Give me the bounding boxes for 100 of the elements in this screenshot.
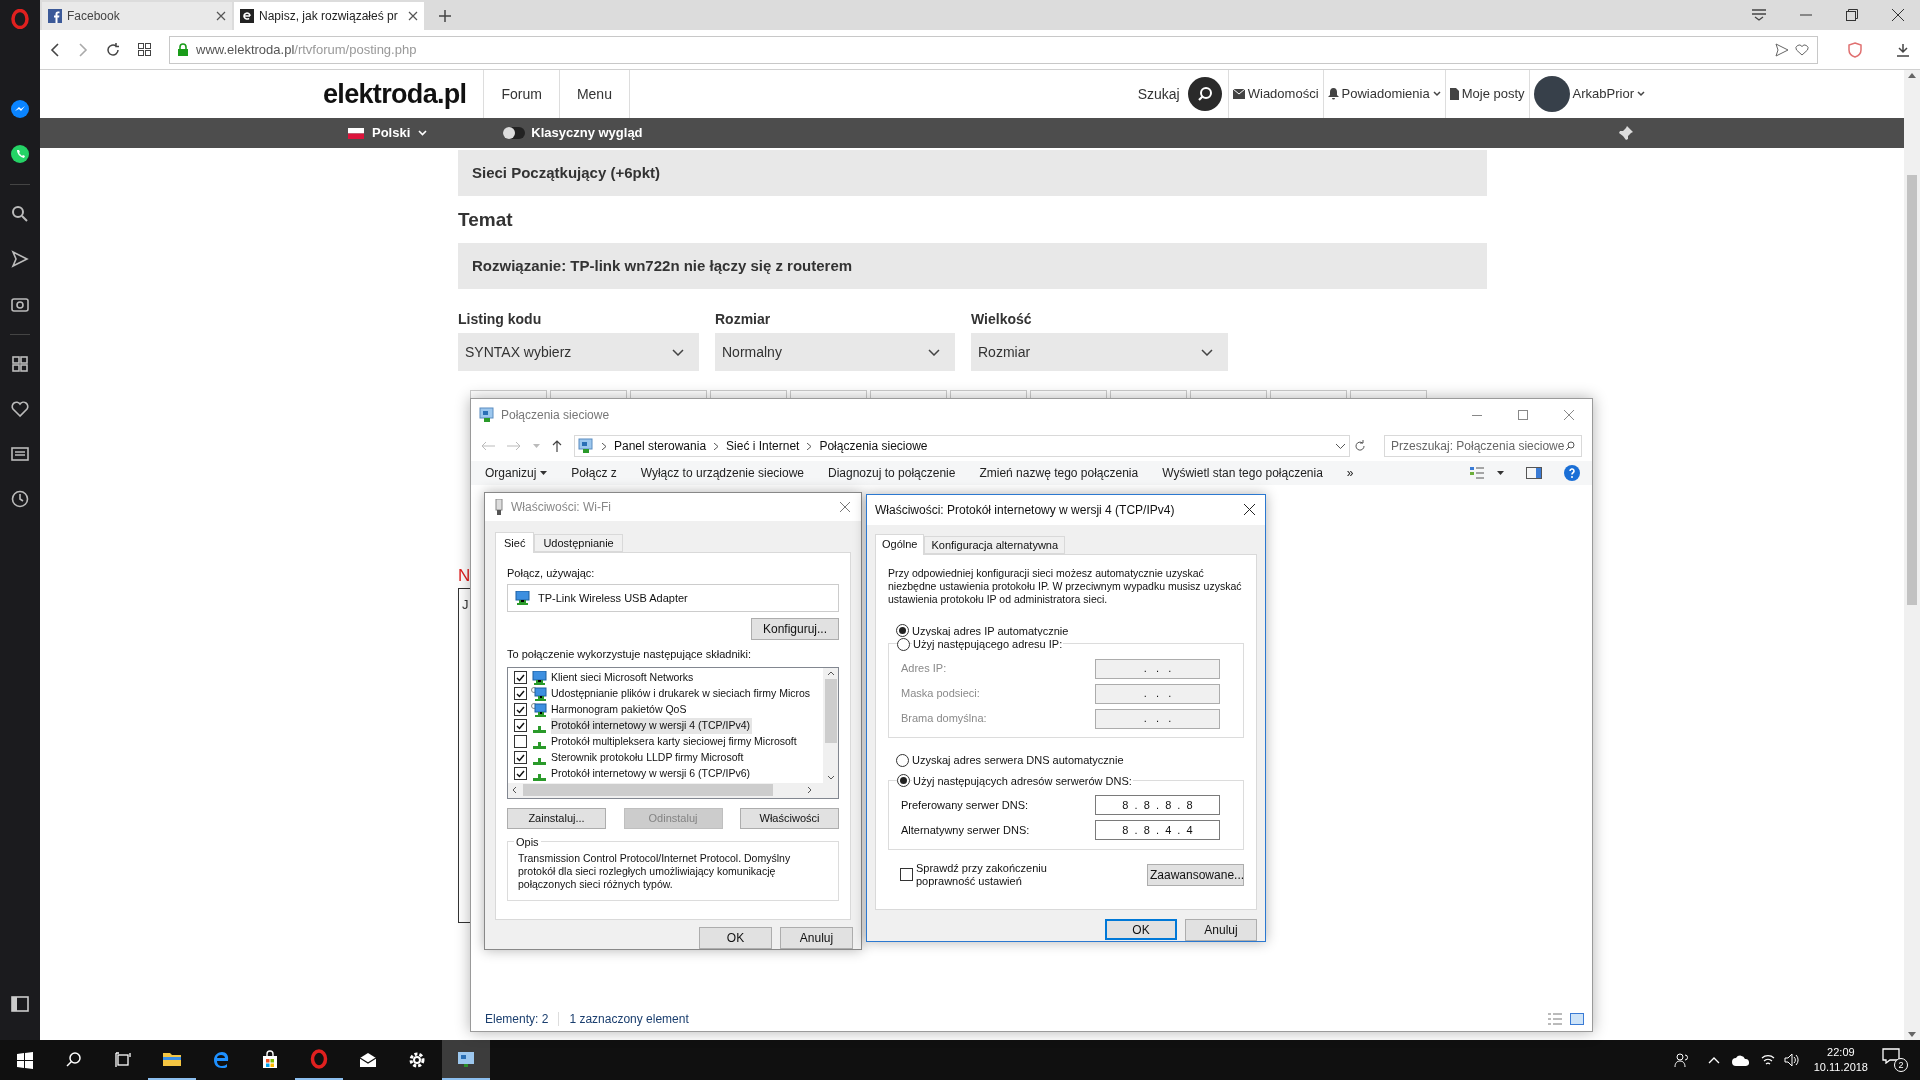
radio-button[interactable] — [896, 753, 909, 767]
toolbar-command[interactable]: Organizuj — [485, 464, 548, 482]
dialog-tab[interactable]: Konfiguracja alternatywna — [924, 535, 1066, 554]
horizontal-scrollbar[interactable] — [508, 782, 838, 798]
site-logo[interactable]: elektroda.pl — [323, 73, 467, 115]
component-row[interactable]: Protokół multipleksera karty sieciowej firmy Microsoft — [514, 733, 823, 750]
new-tab-icon[interactable] — [438, 9, 452, 23]
grid-icon[interactable] — [10, 354, 30, 374]
configure-button[interactable]: Konfiguruj... — [751, 618, 839, 641]
toolbar-command[interactable]: Zmień nazwę tego połączenia — [979, 464, 1139, 482]
close-icon[interactable] — [1892, 9, 1904, 21]
checkbox[interactable] — [514, 767, 527, 781]
opera-logo-icon[interactable] — [11, 9, 29, 29]
messenger-icon[interactable] — [10, 99, 30, 119]
heart-icon[interactable] — [1795, 42, 1809, 57]
scroll-left-icon[interactable] — [512, 786, 517, 795]
scroll-up-icon[interactable] — [1908, 73, 1916, 78]
shield-icon[interactable] — [1848, 41, 1862, 58]
people-icon[interactable] — [1673, 1052, 1690, 1068]
browser-tab[interactable]: Facebook — [42, 2, 232, 30]
toolbar-command[interactable]: Wyłącz to urządzenie sieciowe — [640, 464, 804, 482]
dropdown[interactable]: Normalny — [715, 333, 955, 371]
up-arrow-icon[interactable] — [552, 440, 562, 452]
radio-button[interactable] — [897, 774, 910, 788]
search-button[interactable] — [1187, 77, 1222, 111]
scroll-up-icon[interactable] — [826, 670, 835, 676]
address-field[interactable]: www.elektroda.pl/rtvforum/posting.php — [169, 35, 1818, 64]
ip-address-field[interactable]: 8 . 8 . 8 . 8 — [1095, 795, 1220, 816]
chevron-up-icon[interactable] — [1707, 1056, 1720, 1064]
component-row[interactable]: Udostępnianie plików i drukarek w sieciach firmy Micros — [514, 685, 823, 702]
checkbox[interactable] — [514, 703, 527, 717]
sidebar-toggle-icon[interactable] — [11, 996, 29, 1012]
component-row[interactable]: Protokół internetowy w wersji 4 (TCP/IPv4) — [514, 717, 823, 734]
toolbar-command[interactable]: Połącz z — [571, 464, 617, 482]
scroll-down-icon[interactable] — [1908, 1032, 1916, 1037]
radio-button[interactable] — [896, 624, 909, 638]
send-icon[interactable] — [10, 249, 30, 269]
toolbar-command[interactable]: » — [1346, 464, 1354, 482]
taskbar-button[interactable] — [442, 1040, 490, 1080]
component-row[interactable]: Protokół internetowy w wersji 6 (TCP/IPv6) — [514, 765, 823, 782]
wifi-icon[interactable] — [1759, 1053, 1776, 1067]
scroll-right-icon[interactable] — [807, 786, 812, 795]
clock-icon[interactable] — [10, 489, 30, 509]
reload-icon[interactable] — [106, 42, 120, 57]
close-icon[interactable] — [216, 11, 226, 21]
close-icon[interactable] — [408, 11, 418, 21]
heart-icon[interactable] — [10, 399, 30, 419]
breadcrumb-bar[interactable]: Panel sterowania Sieć i Internet Połączenia sieciowe — [574, 435, 1350, 457]
tab-menu-icon[interactable] — [1752, 9, 1766, 21]
dropdown[interactable]: SYNTAX wybierz — [458, 333, 699, 371]
topic-field[interactable]: Rozwiązanie: TP-link wn722n nie łączy się z routerem — [458, 243, 1487, 289]
component-row[interactable]: Harmonogram pakietów QoS — [514, 701, 823, 718]
speaker-icon[interactable] — [1783, 1053, 1800, 1067]
ip-address-field[interactable]: 8 . 8 . 4 . 4 — [1095, 820, 1220, 841]
restore-icon[interactable] — [1846, 9, 1858, 21]
clock[interactable]: 22:09 10.11.2018 — [1813, 1045, 1868, 1075]
checkbox[interactable] — [514, 719, 527, 733]
speed-dial-icon[interactable] — [138, 43, 151, 56]
scroll-down-icon[interactable] — [826, 774, 835, 780]
checkbox[interactable] — [514, 671, 527, 685]
checkbox[interactable] — [514, 751, 527, 765]
pin-icon[interactable] — [1618, 125, 1634, 141]
dialog-button[interactable]: Właściwości — [740, 807, 839, 829]
news-icon[interactable] — [10, 444, 30, 464]
radio-button[interactable] — [897, 637, 910, 651]
browser-tab[interactable]: Napisz, jak rozwiązałeś pr — [234, 2, 424, 30]
component-row[interactable]: Klient sieci Microsoft Networks — [514, 669, 823, 686]
breadcrumb-item[interactable]: Sieć i Internet — [726, 437, 800, 455]
dialog-tab[interactable]: Udostępnianie — [534, 533, 623, 552]
ok-button[interactable]: OK — [699, 927, 772, 949]
preview-pane-icon[interactable] — [1526, 467, 1542, 479]
breadcrumb-item[interactable]: Połączenia sieciowe — [819, 437, 928, 455]
component-row[interactable]: Sterownik protokołu LLDP firmy Microsoft — [514, 749, 823, 766]
dropdown[interactable]: Rozmiar — [971, 333, 1228, 371]
send-icon[interactable] — [1775, 42, 1789, 57]
dialog-tab[interactable]: Sieć — [495, 531, 535, 553]
refresh-icon[interactable] — [1354, 440, 1366, 452]
toggle-switch[interactable] — [503, 127, 526, 139]
cancel-button[interactable]: Anuluj — [1185, 919, 1257, 941]
scrollbar[interactable] — [823, 667, 838, 783]
user-menu[interactable]: ArkabPrior — [1528, 70, 1645, 118]
cloud-icon[interactable] — [1731, 1054, 1750, 1066]
language-selector[interactable]: Polski — [348, 123, 428, 143]
toolbar-command[interactable]: Diagnozuj to połączenie — [828, 464, 956, 482]
ok-button[interactable]: OK — [1105, 919, 1177, 940]
checkbox[interactable] — [514, 687, 527, 701]
help-icon[interactable] — [1564, 465, 1580, 481]
dialog-tab[interactable]: Ogólne — [875, 533, 925, 555]
scrollbar[interactable] — [1904, 70, 1920, 1040]
notification-button[interactable]: 2 — [1882, 1048, 1906, 1072]
checkbox[interactable] — [514, 735, 527, 749]
close-button[interactable] — [1241, 501, 1257, 518]
dialog-button[interactable]: Zainstaluj... — [507, 807, 606, 829]
whatsapp-icon[interactable] — [10, 144, 30, 164]
breadcrumb-item[interactable]: Panel sterowania — [614, 437, 707, 455]
caret-icon[interactable] — [1497, 471, 1504, 475]
advanced-button[interactable]: Zaawansowane... — [1147, 863, 1244, 886]
chevron-down-icon[interactable] — [1336, 443, 1345, 449]
tiles-view-icon[interactable] — [1570, 1013, 1584, 1025]
download-icon[interactable] — [1896, 42, 1910, 57]
